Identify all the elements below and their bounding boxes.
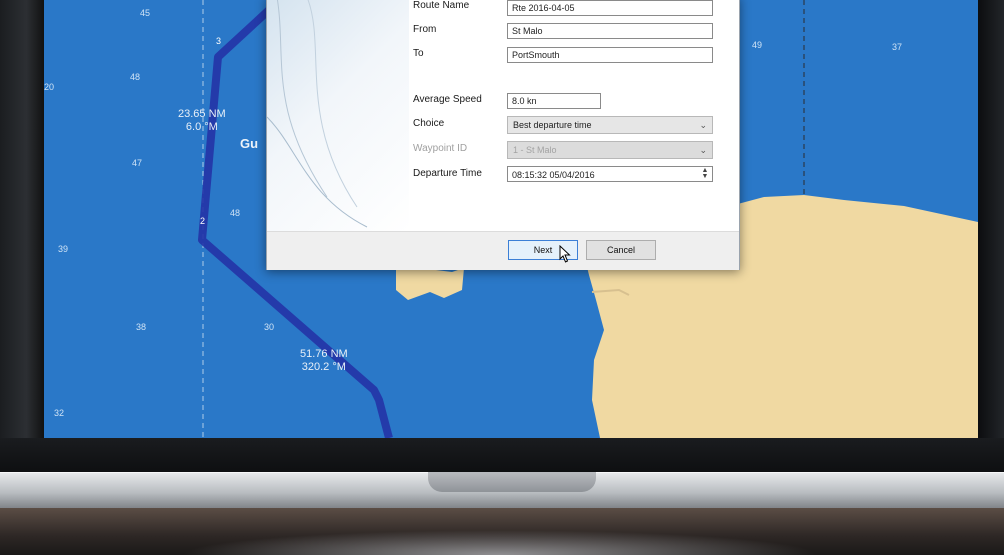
departure-time-picker[interactable]: 08:15:32 05/04/2016 ▲ ▼ [507, 166, 713, 182]
from-field[interactable] [507, 23, 713, 39]
mouse-cursor-icon [559, 245, 571, 263]
depth-sounding: 39 [58, 244, 69, 254]
chart-screen[interactable]: 45 48 47 39 38 32 48 30 37 49 20 3 2 23.… [44, 0, 978, 438]
departure-time-label: Departure Time [413, 168, 482, 179]
spinner-icon[interactable]: ▲ ▼ [700, 167, 710, 180]
table-reflection [180, 530, 820, 555]
leg-distance: 23.65 NM [178, 108, 226, 120]
route-name-field[interactable] [507, 0, 713, 16]
depth-sounding: 32 [54, 408, 65, 418]
choice-value: Best departure time [513, 120, 592, 130]
leg-bearing: 6.0 °M [185, 121, 218, 133]
laptop-bezel-bottom [0, 438, 1004, 472]
leg-bearing: 320.2 °M [301, 361, 346, 373]
laptop-bezel-left [0, 0, 44, 470]
route-leg-label: 51.76 NM 320.2 °M [300, 348, 348, 374]
to-label: To [413, 48, 424, 59]
route-leg-label: 23.65 NM 6.0 °M [178, 108, 226, 134]
waypoint-id-dropdown: 1 - St Malo ⌄ [507, 141, 713, 159]
dialog-footer [267, 231, 739, 270]
chevron-down-icon: ⌄ [699, 145, 707, 155]
depth-sounding: 49 [752, 40, 763, 50]
depth-sounding: 37 [892, 42, 903, 52]
depth-sounding: 45 [140, 8, 151, 18]
departure-time-value: 08:15:32 05/04/2016 [512, 170, 595, 180]
cancel-button[interactable]: Cancel [586, 240, 656, 260]
choice-label: Choice [413, 118, 445, 129]
depth-sounding: 30 [264, 322, 275, 332]
dialog-banner-image [267, 0, 409, 231]
average-speed-label: Average Speed [413, 94, 482, 105]
waypoint-id-value: 1 - St Malo [513, 145, 557, 155]
place-name-label: Gu [240, 136, 259, 151]
depth-sounding: 47 [132, 158, 143, 168]
waypoint-number: 2 [200, 216, 206, 226]
depth-sounding: 48 [130, 72, 141, 82]
waypoint-id-label: Waypoint ID [413, 143, 468, 154]
leg-distance: 51.76 NM [300, 348, 348, 360]
route-name-label: Route Name [413, 0, 470, 11]
waypoint-number: 3 [216, 36, 222, 46]
route-dialog: Route Name From To Average Speed Choice … [266, 0, 740, 270]
laptop-opening-notch [428, 472, 596, 492]
choice-dropdown[interactable]: Best departure time ⌄ [507, 116, 713, 134]
to-field[interactable] [507, 47, 713, 63]
laptop-bezel-right [978, 0, 1004, 470]
depth-sounding: 48 [230, 208, 241, 218]
depth-sounding: 38 [136, 322, 147, 332]
depth-sounding: 20 [44, 82, 55, 92]
average-speed-field[interactable] [507, 93, 601, 109]
from-label: From [413, 24, 437, 35]
chevron-down-icon: ⌄ [699, 120, 707, 130]
